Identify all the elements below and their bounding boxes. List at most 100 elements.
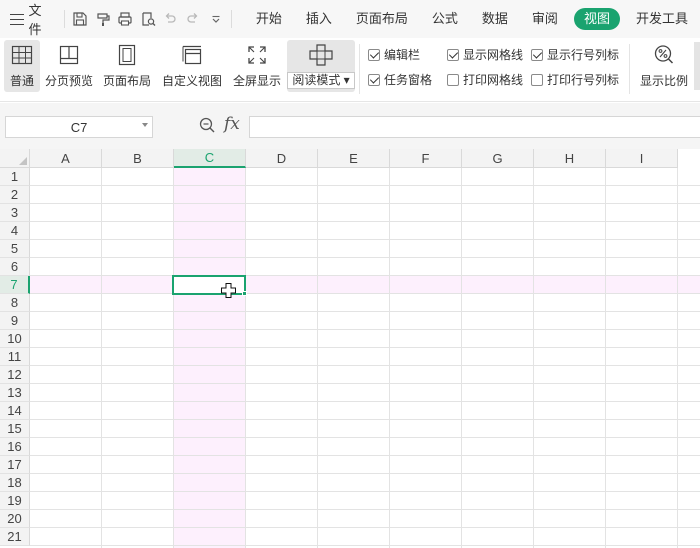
row-header-15[interactable]: 15: [0, 420, 30, 438]
row-header-5[interactable]: 5: [0, 240, 30, 258]
row-gridline: [30, 239, 700, 240]
column-header-f[interactable]: F: [390, 149, 462, 168]
row-gridline: [30, 293, 700, 294]
tab-view[interactable]: 视图: [573, 8, 620, 30]
row-header-8[interactable]: 8: [0, 294, 30, 312]
row-gridline: [30, 275, 700, 276]
ribbon-next-group-edge: [694, 42, 700, 90]
tab-formulas[interactable]: 公式: [420, 8, 470, 30]
save-icon[interactable]: [69, 7, 92, 31]
row-gridline: [30, 527, 700, 528]
divider: [63, 10, 65, 28]
column-header-b[interactable]: B: [102, 149, 174, 168]
checkbox-checked-icon: [531, 48, 543, 61]
show-headers-checkbox[interactable]: 显示行号列标: [531, 46, 619, 63]
row-gridline: [30, 509, 700, 510]
row-header-17[interactable]: 17: [0, 456, 30, 474]
cell-select-cursor-icon: [221, 283, 236, 301]
row-header-6[interactable]: 6: [0, 258, 30, 276]
row-gridline: [30, 491, 700, 492]
column-header-c[interactable]: C: [174, 149, 246, 168]
tab-developer[interactable]: 开发工具: [624, 8, 700, 30]
fill-handle[interactable]: [242, 291, 247, 296]
row-gridline: [30, 365, 700, 366]
column-header-a[interactable]: A: [30, 149, 102, 168]
file-menu-label: 文件: [28, 3, 42, 37]
row-header-18[interactable]: 18: [0, 474, 30, 492]
tab-review[interactable]: 审阅: [520, 8, 570, 30]
divider: [359, 44, 360, 94]
checkbox-checked-icon: [447, 48, 459, 61]
row-header-12[interactable]: 12: [0, 366, 30, 384]
row-header-14[interactable]: 14: [0, 402, 30, 420]
customize-dropdown-icon[interactable]: [204, 7, 227, 31]
row-highlight: [30, 276, 700, 294]
insert-function-icon[interactable]: fx: [224, 114, 240, 134]
formula-bar-checkbox[interactable]: 编辑栏: [368, 46, 420, 63]
page-layout-label: 页面布局: [102, 74, 151, 88]
row-header-9[interactable]: 9: [0, 312, 30, 330]
format-painter-icon[interactable]: [91, 7, 114, 31]
zoom-percent-icon: [652, 40, 676, 70]
row-header-2[interactable]: 2: [0, 186, 30, 204]
row-gridline: [30, 329, 700, 330]
row-gridline: [30, 473, 700, 474]
undo-icon[interactable]: [159, 7, 182, 31]
zoom-button[interactable]: 显示比例: [638, 40, 690, 92]
tab-insert[interactable]: 插入: [294, 8, 344, 30]
print-icon[interactable]: [114, 7, 137, 31]
tab-page-layout[interactable]: 页面布局: [344, 8, 420, 30]
task-pane-checkbox[interactable]: 任务窗格: [368, 71, 432, 88]
row-header-16[interactable]: 16: [0, 438, 30, 456]
print-preview-icon[interactable]: [136, 7, 159, 31]
tab-home[interactable]: 开始: [244, 8, 294, 30]
normal-view-button[interactable]: 普通: [4, 40, 40, 92]
formula-input[interactable]: [249, 116, 700, 138]
checkbox-checked-icon: [368, 73, 380, 86]
print-gridlines-checkbox[interactable]: 打印网格线: [447, 71, 523, 88]
worksheet-grid[interactable]: A B C D E F G H I 1 2 3 4 5 6 7 8 9 10 11 12 13 14 15 16 17 18 19 20…: [0, 149, 700, 548]
print-headers-checkbox[interactable]: 打印行号列标: [531, 71, 619, 88]
print-headers-label: 打印行号列标: [547, 73, 620, 87]
redo-icon[interactable]: [182, 7, 205, 31]
row-gridline: [30, 383, 700, 384]
reading-mode-button[interactable]: 阅读模式 ▾: [287, 40, 355, 92]
ribbon-tabs: 开始 插入 页面布局 公式 数据 审阅 视图 开发工具: [244, 0, 700, 38]
show-gridlines-checkbox[interactable]: 显示网格线: [447, 46, 523, 63]
full-screen-button[interactable]: 全屏显示: [231, 40, 283, 92]
cell-reference: C7: [70, 119, 88, 135]
column-header-h[interactable]: H: [534, 149, 606, 168]
show-headers-label: 显示行号列标: [547, 48, 620, 62]
column-header-g[interactable]: G: [462, 149, 534, 168]
custom-view-button[interactable]: 自定义视图: [160, 40, 224, 92]
page-layout-view-button[interactable]: 页面布局: [101, 40, 153, 92]
row-header-21[interactable]: 21: [0, 528, 30, 546]
row-header-13[interactable]: 13: [0, 384, 30, 402]
file-menu[interactable]: 文件: [0, 0, 60, 38]
row-header-4[interactable]: 4: [0, 222, 30, 240]
row-header-3[interactable]: 3: [0, 204, 30, 222]
chevron-down-icon[interactable]: [142, 123, 148, 127]
page-layout-icon: [116, 40, 138, 70]
row-header-10[interactable]: 10: [0, 330, 30, 348]
divider: [629, 44, 630, 94]
checkbox-unchecked-icon: [447, 73, 459, 86]
row-header-1[interactable]: 1: [0, 168, 30, 186]
column-header-d[interactable]: D: [246, 149, 318, 168]
tab-data[interactable]: 数据: [470, 8, 520, 30]
row-gridline: [30, 185, 700, 186]
divider: [230, 10, 232, 28]
select-all-corner[interactable]: [0, 149, 30, 168]
name-box[interactable]: C7: [5, 116, 153, 138]
column-header-i[interactable]: I: [606, 149, 678, 168]
row-header-20[interactable]: 20: [0, 510, 30, 528]
full-screen-label: 全屏显示: [232, 74, 281, 88]
page-break-preview-button[interactable]: 分页预览: [43, 40, 95, 92]
row-header-7[interactable]: 7: [0, 276, 30, 294]
zoom-label: 显示比例: [639, 74, 688, 88]
row-header-11[interactable]: 11: [0, 348, 30, 366]
row-header-19[interactable]: 19: [0, 492, 30, 510]
row-gridline: [30, 545, 700, 546]
zoom-search-icon[interactable]: [198, 116, 216, 137]
column-header-e[interactable]: E: [318, 149, 390, 168]
